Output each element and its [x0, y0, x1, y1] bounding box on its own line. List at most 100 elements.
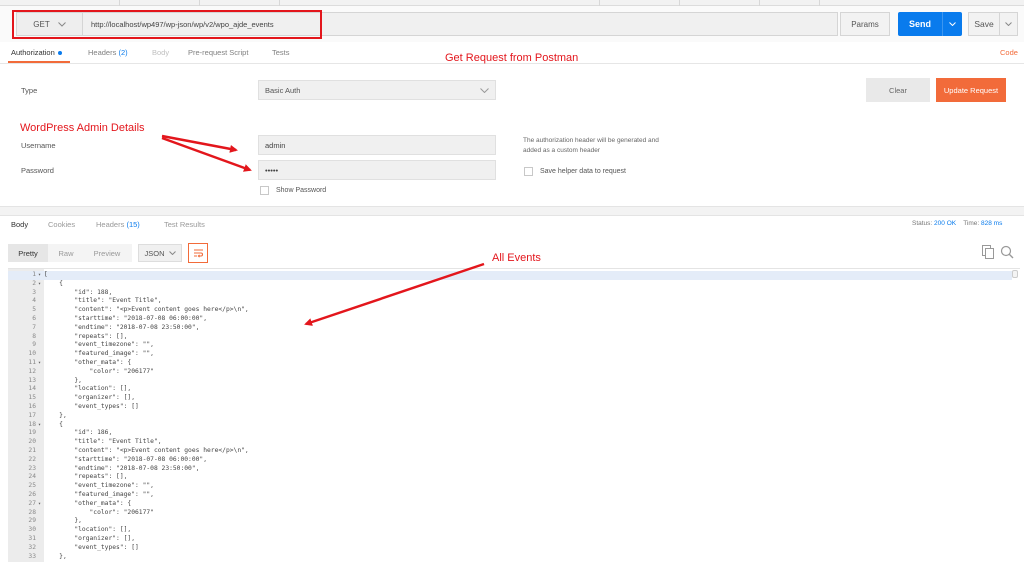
annotation-all-events: All Events [492, 252, 541, 264]
tab-count: (2) [118, 48, 128, 57]
tab-prerequest-script[interactable]: Pre-request Script [188, 48, 248, 57]
code-text: "featured_image": "", [44, 491, 154, 498]
code-line: 26 "featured_image": "", [8, 491, 1012, 500]
code-text: "location": [], [44, 385, 132, 393]
code-text: "event_timezone": "", [44, 482, 154, 490]
code-text: "organizer": [], [44, 535, 135, 542]
code-line: 3 "id": 188, [8, 289, 1012, 298]
code-line: 22 "starttime": "2018-07-08 06:00:00", [8, 456, 1012, 465]
tab-authorization[interactable]: Authorization [11, 48, 62, 57]
auth-info-line: added as a custom header [523, 147, 600, 154]
line-number: 21 [28, 447, 36, 454]
line-number: 15 [28, 394, 36, 402]
code-line: 28 "color": "206177" [8, 509, 1012, 518]
wrap-lines-icon [193, 249, 203, 258]
code-line: 13 }, [8, 377, 1012, 386]
view-pretty-button[interactable]: Pretty [8, 244, 48, 262]
code-line: 5 "content": "<p>Event content goes here… [8, 306, 1012, 315]
line-number: 29 [28, 517, 36, 525]
tab-label: Headers [96, 220, 125, 229]
code-text: }, [44, 517, 82, 525]
search-icon[interactable] [1000, 245, 1014, 259]
code-line: 10 "featured_image": "", [8, 350, 1012, 359]
response-body-editor[interactable]: 1 ▾[2 ▾ {3 "id": 188, 4 "title": "Event Tit… [8, 268, 1020, 562]
code-text: "repeats": [], [44, 332, 128, 340]
code-text: [ [44, 271, 48, 278]
save-options-button[interactable] [1000, 12, 1018, 36]
tab-label: Authorization [11, 48, 55, 57]
code-line: 21 "content": "<p>Event content goes her… [8, 447, 1012, 456]
arrow-to-password [161, 136, 252, 172]
password-value: ••••• [265, 165, 279, 175]
line-number: 25 [28, 482, 36, 490]
tab-body[interactable]: Body [152, 48, 169, 57]
send-options-button[interactable] [942, 12, 962, 36]
code-line: 7 "endtime": "2018-07-08 23:50:00", [8, 324, 1012, 333]
params-button[interactable]: Params [840, 12, 890, 36]
copy-icon[interactable] [982, 245, 994, 259]
code-text: "content": "<p>Event content goes here</… [44, 447, 249, 454]
code-line: 12 "color": "206177" [8, 368, 1012, 377]
line-number: 28 [28, 508, 36, 516]
code-line: 24 "repeats": [], [8, 473, 1012, 482]
line-number: 26 [28, 491, 36, 498]
tab-count: (15) [126, 220, 140, 229]
line-number: 7 [32, 323, 36, 331]
code-text: { [44, 420, 63, 428]
code-text: }, [44, 411, 67, 419]
line-number: 10 [28, 350, 36, 358]
code-text: "title": "Event Title", [44, 297, 162, 305]
annotation-admin-details: WordPress Admin Details [20, 122, 145, 134]
save-helper-checkbox[interactable] [524, 167, 533, 176]
code-line: 30 "location": [], [8, 526, 1012, 535]
line-number: 5 [32, 306, 36, 314]
format-select[interactable]: JSON [138, 244, 182, 262]
line-number: 24 [28, 473, 36, 481]
code-link[interactable]: Code [1000, 48, 1018, 57]
code-text: "event_types": [] [44, 543, 139, 551]
password-input[interactable]: ••••• [258, 160, 496, 180]
line-number: 31 [28, 535, 36, 542]
response-tab-headers[interactable]: Headers (15) [96, 220, 140, 229]
tab-tests[interactable]: Tests [272, 48, 290, 57]
username-input[interactable]: admin [258, 135, 496, 155]
tab-headers[interactable]: Headers (2) [88, 48, 128, 57]
send-button[interactable]: Send [898, 12, 942, 36]
line-number: 18 [28, 420, 36, 428]
line-number: 4 [32, 297, 36, 305]
wrap-lines-button[interactable] [188, 243, 208, 263]
show-password-label: Show Password [276, 187, 327, 194]
code-line: 27 ▾ "other_mata": { [8, 500, 1012, 509]
code-line: 18 ▾ { [8, 421, 1012, 430]
code-text: "event_timezone": "", [44, 341, 154, 349]
code-line: 8 "repeats": [], [8, 333, 1012, 342]
clear-button[interactable]: Clear [866, 78, 930, 102]
line-number: 32 [28, 543, 36, 551]
tab-label: Headers [88, 48, 117, 57]
save-button[interactable]: Save [968, 12, 1000, 36]
code-text: "id": 188, [44, 288, 113, 296]
view-raw-button[interactable]: Raw [50, 244, 82, 262]
code-text: "other_mata": { [44, 359, 132, 366]
code-line: 11 ▾ "other_mata": { [8, 359, 1012, 368]
code-line: 17 }, [8, 412, 1012, 421]
response-tab-cookies[interactable]: Cookies [48, 220, 75, 229]
update-request-button[interactable]: Update Request [936, 78, 1006, 102]
response-tab-test-results[interactable]: Test Results [164, 220, 205, 229]
code-text: "starttime": "2018-07-08 06:00:00", [44, 315, 208, 322]
line-number: 20 [28, 438, 36, 446]
line-number: 27 [28, 499, 36, 507]
view-preview-button[interactable]: Preview [84, 244, 130, 262]
line-number: 2 [32, 279, 36, 287]
code-line: 25 "event_timezone": "", [8, 482, 1012, 491]
code-text: }, [44, 376, 82, 384]
show-password-checkbox[interactable] [260, 186, 269, 195]
line-number: 9 [32, 341, 36, 349]
code-text: "endtime": "2018-07-08 23:50:00", [44, 323, 200, 331]
auth-type-select[interactable]: Basic Auth [258, 80, 496, 100]
code-line: 15 "organizer": [], [8, 394, 1012, 403]
line-number: 8 [32, 332, 36, 340]
response-tab-body[interactable]: Body [11, 220, 28, 229]
time-value: 828 ms [981, 220, 1003, 227]
editor-scrollbar[interactable] [1012, 270, 1018, 278]
